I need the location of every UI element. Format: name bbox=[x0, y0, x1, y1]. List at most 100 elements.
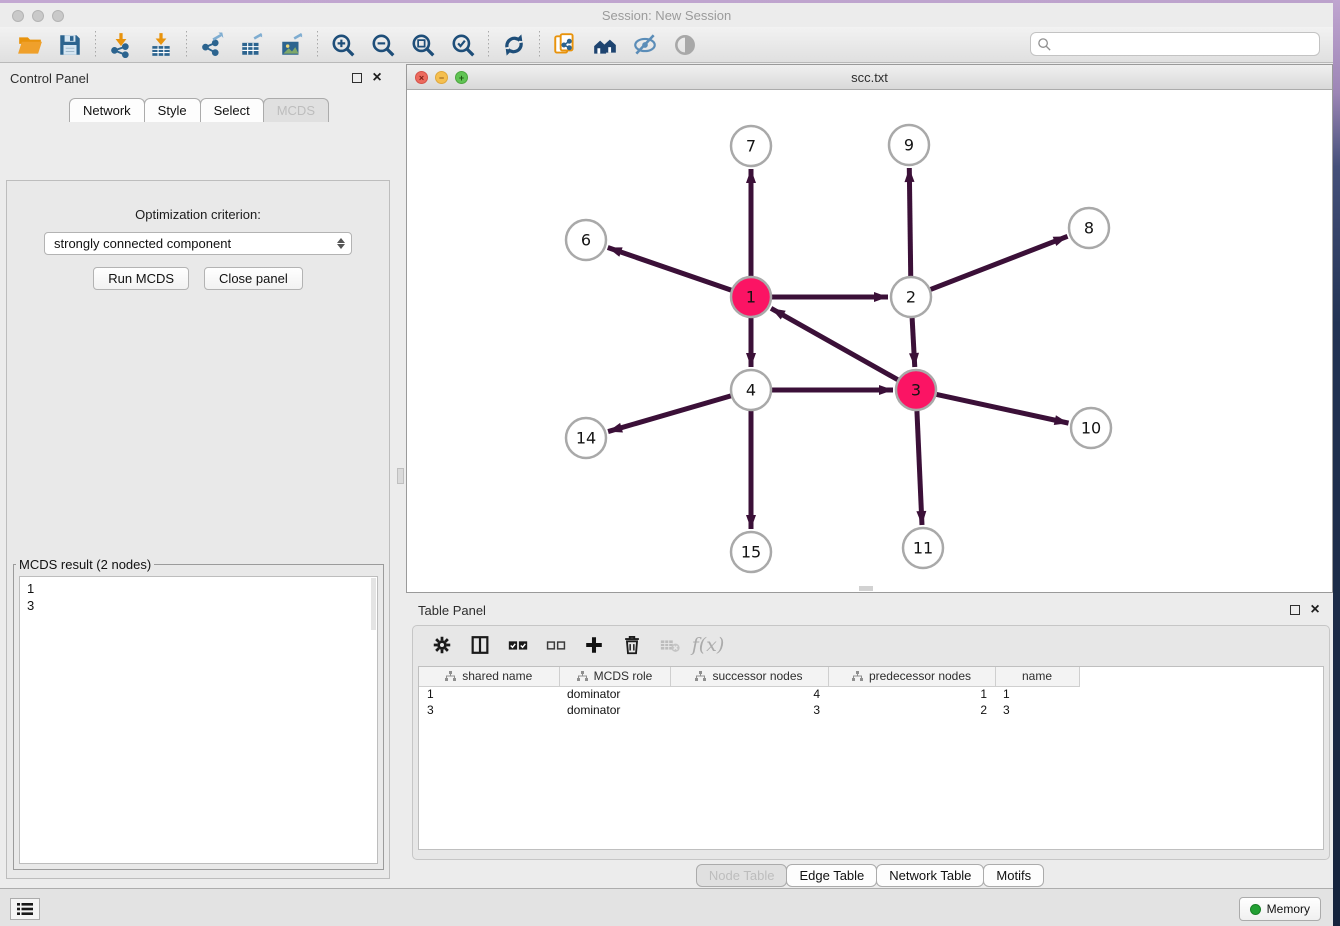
column-type-icon bbox=[695, 671, 706, 682]
table-cell[interactable]: 1 bbox=[828, 686, 995, 702]
graph-node-11[interactable]: 11 bbox=[903, 528, 943, 568]
graph-node-2[interactable]: 2 bbox=[891, 277, 931, 317]
open-folder-icon[interactable] bbox=[10, 30, 50, 60]
import-network-icon[interactable] bbox=[101, 30, 141, 60]
table-row[interactable]: 1dominator411 bbox=[419, 686, 1079, 702]
column-header-name[interactable]: name bbox=[995, 667, 1079, 686]
graph-node-3[interactable]: 3 bbox=[896, 370, 936, 410]
table-cell[interactable]: 1 bbox=[995, 686, 1079, 702]
save-icon[interactable] bbox=[50, 30, 90, 60]
network-maximize-button[interactable]: + bbox=[455, 71, 468, 84]
graph-edge-2-3[interactable] bbox=[912, 318, 915, 367]
table-toolbar: f(x) bbox=[413, 626, 1329, 664]
canvas-hscroll-handle[interactable] bbox=[859, 586, 873, 591]
tab-motifs[interactable]: Motifs bbox=[983, 864, 1044, 887]
tab-style[interactable]: Style bbox=[144, 98, 201, 122]
float-panel-icon[interactable] bbox=[347, 73, 367, 83]
add-column-icon[interactable] bbox=[577, 631, 611, 659]
column-header-successor-nodes[interactable]: successor nodes bbox=[670, 667, 828, 686]
graph-node-14[interactable]: 14 bbox=[566, 418, 606, 458]
zoom-in-icon[interactable] bbox=[323, 30, 363, 60]
table-cell[interactable]: 4 bbox=[670, 686, 828, 702]
graph-edge-3-10[interactable] bbox=[937, 394, 1069, 423]
show-all-icon[interactable] bbox=[665, 30, 705, 60]
close-panel-button[interactable]: Close panel bbox=[204, 267, 303, 290]
graph-node-1[interactable]: 1 bbox=[731, 277, 771, 317]
column-header-predecessor-nodes[interactable]: predecessor nodes bbox=[828, 667, 995, 686]
close-table-panel-icon[interactable]: × bbox=[1305, 605, 1325, 615]
table-cell[interactable]: 3 bbox=[419, 702, 559, 718]
graph-edge-1-6[interactable] bbox=[608, 248, 731, 291]
toggle-columns-icon[interactable] bbox=[463, 631, 497, 659]
network-minimize-button[interactable]: − bbox=[435, 71, 448, 84]
graph-node-9[interactable]: 9 bbox=[889, 125, 929, 165]
first-neighbors-icon[interactable] bbox=[585, 30, 625, 60]
control-panel-tabs: NetworkStyleSelectMCDS bbox=[0, 98, 397, 122]
toolbar-separator bbox=[317, 31, 318, 59]
graph-edge-2-8[interactable] bbox=[931, 236, 1068, 289]
network-canvas[interactable]: 1 2 3 4 6 7 8 9 10 11 14 15 bbox=[407, 90, 1332, 592]
graph-edge-3-11[interactable] bbox=[917, 411, 922, 525]
tab-edge-table[interactable]: Edge Table bbox=[786, 864, 877, 887]
table-cell[interactable]: 3 bbox=[670, 702, 828, 718]
export-image-icon[interactable] bbox=[272, 30, 312, 60]
optimization-criterion-label: Optimization criterion: bbox=[7, 207, 389, 222]
deselect-all-checkbox-icon[interactable] bbox=[539, 631, 573, 659]
graph-node-8[interactable]: 8 bbox=[1069, 208, 1109, 248]
table-cell[interactable]: 2 bbox=[828, 702, 995, 718]
network-from-file-icon[interactable] bbox=[545, 30, 585, 60]
search-input[interactable] bbox=[1030, 32, 1320, 56]
select-all-checkbox-icon[interactable] bbox=[501, 631, 535, 659]
zoom-selected-icon[interactable] bbox=[443, 30, 483, 60]
zoom-fit-icon[interactable] bbox=[403, 30, 443, 60]
graph-node-10[interactable]: 10 bbox=[1071, 408, 1111, 448]
tab-network[interactable]: Network bbox=[69, 98, 145, 122]
mcds-result-list[interactable]: 1 3 bbox=[19, 576, 378, 864]
import-table-icon[interactable] bbox=[141, 30, 181, 60]
delete-column-icon[interactable] bbox=[615, 631, 649, 659]
export-table-icon[interactable] bbox=[232, 30, 272, 60]
run-mcds-button[interactable]: Run MCDS bbox=[93, 267, 189, 290]
table-cell[interactable]: dominator bbox=[559, 686, 670, 702]
memory-button[interactable]: Memory bbox=[1239, 897, 1321, 921]
column-header-shared-name[interactable]: shared name bbox=[419, 667, 559, 686]
graph-edge-4-14[interactable] bbox=[608, 396, 731, 432]
graph-edge-3-1[interactable] bbox=[771, 308, 898, 379]
column-header-MCDS-role[interactable]: MCDS role bbox=[559, 667, 670, 686]
split-divider-handle[interactable] bbox=[397, 468, 404, 484]
node-table[interactable]: shared nameMCDS role successor nodes prede… bbox=[418, 666, 1324, 850]
close-panel-icon[interactable]: × bbox=[367, 73, 387, 83]
task-history-icon[interactable] bbox=[10, 898, 40, 920]
table-row[interactable]: 3dominator323 bbox=[419, 702, 1079, 718]
table-cell[interactable]: dominator bbox=[559, 702, 670, 718]
network-window-titlebar[interactable]: × − + scc.txt bbox=[407, 65, 1332, 90]
export-network-icon[interactable] bbox=[192, 30, 232, 60]
network-close-button[interactable]: × bbox=[415, 71, 428, 84]
criterion-select[interactable]: strongly connected component bbox=[44, 232, 352, 255]
mcds-result-title: MCDS result (2 nodes) bbox=[16, 557, 154, 572]
table-cell[interactable]: 3 bbox=[995, 702, 1079, 718]
tab-mcds[interactable]: MCDS bbox=[263, 98, 329, 122]
zoom-out-icon[interactable] bbox=[363, 30, 403, 60]
function-builder-label: f(x) bbox=[692, 634, 725, 656]
refresh-view-icon[interactable] bbox=[494, 30, 534, 60]
float-table-panel-icon[interactable] bbox=[1285, 605, 1305, 615]
graph-node-label: 1 bbox=[746, 288, 756, 307]
network-window-title: scc.txt bbox=[407, 70, 1332, 85]
table-cell[interactable]: 1 bbox=[419, 686, 559, 702]
tab-network-table[interactable]: Network Table bbox=[876, 864, 984, 887]
column-header-label: successor nodes bbox=[712, 669, 802, 683]
gear-icon[interactable] bbox=[425, 631, 459, 659]
tab-select[interactable]: Select bbox=[200, 98, 264, 122]
graph-node-6[interactable]: 6 bbox=[566, 220, 606, 260]
hide-selected-icon[interactable] bbox=[625, 30, 665, 60]
graph-edge-2-9[interactable] bbox=[909, 168, 910, 276]
result-scrollbar[interactable] bbox=[371, 578, 376, 630]
graph-node-15[interactable]: 15 bbox=[731, 532, 771, 572]
control-panel-title: Control Panel bbox=[10, 71, 89, 86]
column-header-label: predecessor nodes bbox=[869, 669, 971, 683]
graph-node-4[interactable]: 4 bbox=[731, 370, 771, 410]
network-view-window: × − + scc.txt 1 2 3 4 6 7 8 9 10 11 14 15 bbox=[406, 64, 1333, 593]
graph-node-7[interactable]: 7 bbox=[731, 126, 771, 166]
tab-node-table[interactable]: Node Table bbox=[696, 864, 788, 887]
